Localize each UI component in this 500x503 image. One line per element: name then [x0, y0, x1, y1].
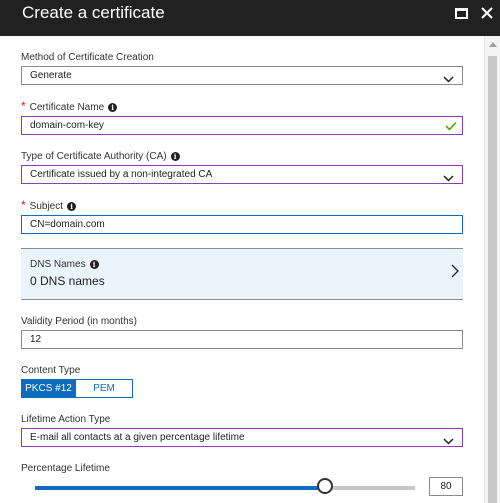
validity-value: 12 — [30, 334, 42, 345]
required-mark: * — [21, 198, 26, 212]
subject-input[interactable]: CN=domain.com — [21, 215, 463, 234]
validity-label: Validity Period (in months) — [21, 316, 137, 327]
method-value: Generate — [30, 70, 72, 81]
subject-label: * Subject i — [21, 198, 77, 213]
cert-name-value: domain-com-key — [30, 120, 104, 131]
chevron-down-icon — [443, 434, 454, 451]
info-icon[interactable]: i — [170, 152, 180, 161]
content-type-toggle: PKCS #12 PEM — [21, 379, 133, 398]
percentage-slider-thumb[interactable] — [317, 478, 333, 494]
ca-type-label: Type of Certificate Authority (CA) i — [21, 151, 180, 163]
lifetime-action-dropdown[interactable]: E-mail all contacts at a given percentag… — [21, 428, 463, 447]
method-dropdown[interactable]: Generate — [21, 66, 463, 85]
close-icon[interactable] — [478, 4, 496, 22]
cert-name-input[interactable]: domain-com-key — [21, 116, 463, 135]
subject-value: CN=domain.com — [30, 219, 105, 230]
content-type-pem[interactable]: PEM — [76, 379, 133, 398]
percentage-slider-track[interactable] — [35, 486, 415, 490]
dns-names-card[interactable]: DNS Names i 0 DNS names — [21, 248, 463, 300]
validity-input[interactable]: 12 — [21, 330, 463, 349]
info-icon[interactable]: i — [108, 103, 118, 112]
percentage-value-input[interactable]: 80 — [429, 477, 463, 496]
blade-header: Create a certificate — [0, 0, 500, 36]
cert-name-label: * Certificate Name i — [21, 99, 118, 114]
method-label: Method of Certificate Creation — [21, 52, 154, 63]
scrollbar-thumb[interactable] — [488, 56, 497, 503]
chevron-down-icon — [443, 171, 454, 188]
content-type-pkcs12[interactable]: PKCS #12 — [21, 379, 76, 398]
percentage-label: Percentage Lifetime — [21, 463, 110, 474]
lifetime-action-value: E-mail all contacts at a given percentag… — [30, 432, 245, 443]
dns-names-value: 0 DNS names — [30, 274, 105, 288]
checkmark-icon — [445, 120, 457, 137]
percentage-slider-fill — [35, 486, 325, 490]
content-type-label: Content Type — [21, 365, 81, 376]
scroll-up-icon[interactable] — [489, 42, 497, 47]
ca-type-dropdown[interactable]: Certificate issued by a non-integrated C… — [21, 165, 463, 184]
ca-type-value: Certificate issued by a non-integrated C… — [30, 169, 213, 180]
dns-names-label: DNS Names i — [30, 259, 99, 270]
chevron-down-icon — [443, 72, 454, 89]
required-mark: * — [21, 99, 26, 113]
page-title: Create a certificate — [22, 3, 165, 22]
maximize-icon[interactable] — [452, 4, 470, 22]
lifetime-action-label: Lifetime Action Type — [21, 414, 111, 425]
scrollbar[interactable] — [484, 36, 500, 503]
info-icon[interactable]: i — [89, 260, 99, 269]
info-icon[interactable]: i — [67, 202, 77, 211]
chevron-right-icon — [451, 264, 459, 283]
